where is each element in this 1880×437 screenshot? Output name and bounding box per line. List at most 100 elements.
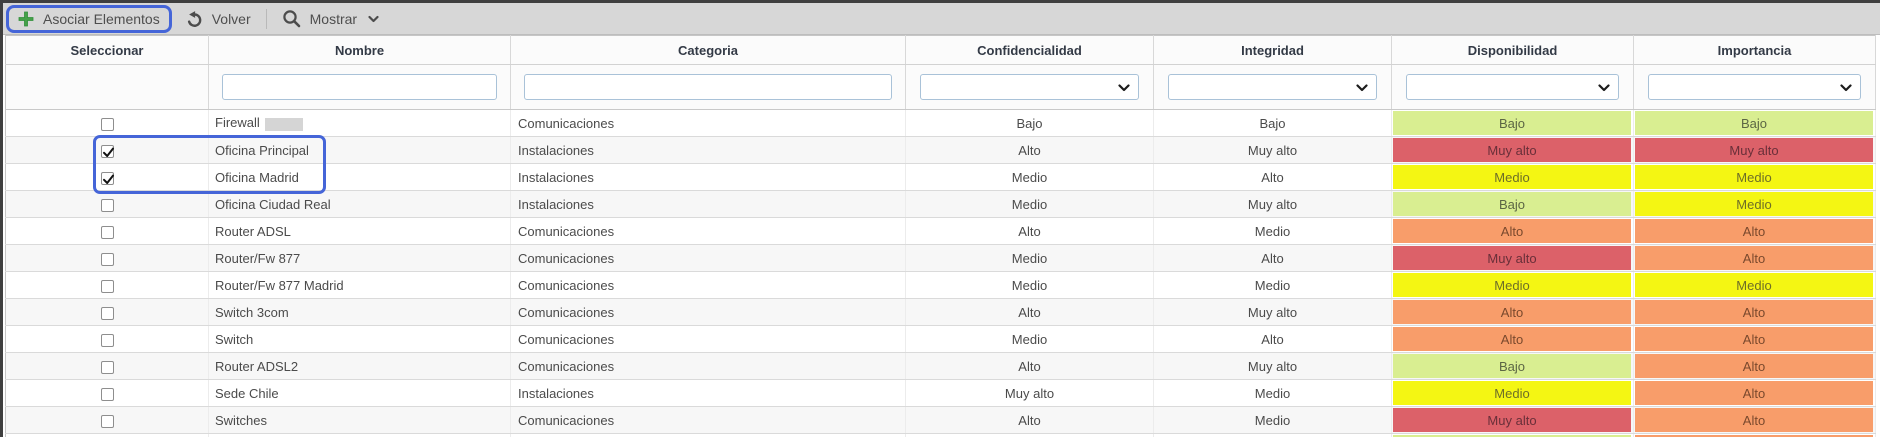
cell-disponibilidad: Muy alto xyxy=(1392,407,1634,434)
row-checkbox[interactable] xyxy=(101,118,114,131)
cell-categoria: Comunicaciones xyxy=(511,272,906,299)
cell-categoria: Comunicaciones xyxy=(511,218,906,245)
row-checkbox[interactable] xyxy=(101,199,114,212)
level-badge: Muy alto xyxy=(1393,246,1631,270)
element-name: Router ADSL2 xyxy=(215,359,298,374)
level-badge: Bajo xyxy=(1393,354,1631,378)
cell-nombre xyxy=(209,434,511,437)
cell-disponibilidad: Alto xyxy=(1392,299,1634,326)
table-row[interactable]: FirewallComunicacionesBajoBajoBajoBajo xyxy=(6,110,1876,137)
level-badge: Alto xyxy=(1635,381,1873,405)
filter-select-importancia[interactable] xyxy=(1648,74,1861,100)
table-row[interactable]: SwitchesComunicacionesAltoMedioMuy altoA… xyxy=(6,407,1876,434)
cell-confidencialidad: Medio xyxy=(906,191,1154,218)
cell-integridad xyxy=(1154,434,1392,437)
element-name: Switches xyxy=(215,413,267,428)
level-badge: Alto xyxy=(1635,219,1873,243)
asociar-elementos-button[interactable]: Asociar Elementos xyxy=(18,11,160,27)
filter-select-disponibilidad[interactable] xyxy=(1406,74,1619,100)
table-row[interactable]: Switch 3comComunicacionesAltoMuy altoAlt… xyxy=(6,299,1876,326)
chevron-down-icon xyxy=(1356,84,1368,92)
element-name: Switch 3com xyxy=(215,305,289,320)
table-row[interactable]: Router ADSL2ComunicacionesAltoMuy altoBa… xyxy=(6,353,1876,380)
cell-seleccionar xyxy=(6,191,209,218)
level-badge: Medio xyxy=(1393,165,1631,189)
cell-categoria xyxy=(511,434,906,437)
volver-label: Volver xyxy=(212,11,251,27)
cell-integridad: Alto xyxy=(1154,326,1392,353)
undo-arrow-icon xyxy=(185,10,203,28)
table-row[interactable]: Oficina PrincipalInstalacionesAltoMuy al… xyxy=(6,137,1876,164)
filter-select-integridad[interactable] xyxy=(1168,74,1377,100)
row-checkbox[interactable] xyxy=(101,253,114,266)
cell-seleccionar xyxy=(6,299,209,326)
table-row[interactable]: Oficina MadridInstalacionesMedioAltoMedi… xyxy=(6,164,1876,191)
level-badge: Muy alto xyxy=(1635,138,1873,162)
filter-cell-categoria xyxy=(511,65,906,110)
column-header-integridad: Integridad xyxy=(1154,36,1392,65)
cell-confidencialidad: Alto xyxy=(906,299,1154,326)
mostrar-button[interactable]: Mostrar xyxy=(282,9,379,28)
cell-integridad: Medio xyxy=(1154,407,1392,434)
cell-nombre: Switch xyxy=(209,326,511,353)
elements-table: SeleccionarNombreCategoriaConfidencialid… xyxy=(5,35,1876,437)
chevron-down-icon xyxy=(368,15,379,23)
table-row[interactable]: Router/Fw 877 MadridComunicacionesMedioM… xyxy=(6,272,1876,299)
column-header-importancia: Importancia xyxy=(1634,36,1876,65)
level-badge: Medio xyxy=(1635,192,1873,216)
filter-input-nombre[interactable] xyxy=(222,74,497,100)
row-checkbox[interactable] xyxy=(101,172,114,185)
row-checkbox[interactable] xyxy=(101,388,114,401)
cell-importancia: Alto xyxy=(1634,218,1876,245)
row-checkbox[interactable] xyxy=(101,415,114,428)
cell-disponibilidad: Medio xyxy=(1392,164,1634,191)
row-checkbox[interactable] xyxy=(101,334,114,347)
table-row-partial[interactable]: BajoAlto xyxy=(6,434,1876,437)
cell-categoria: Comunicaciones xyxy=(511,299,906,326)
level-badge: Medio xyxy=(1393,273,1631,297)
cell-confidencialidad: Medio xyxy=(906,164,1154,191)
row-checkbox[interactable] xyxy=(101,307,114,320)
filter-select-confidencialidad[interactable] xyxy=(920,74,1139,100)
cell-disponibilidad: Bajo xyxy=(1392,191,1634,218)
row-checkbox[interactable] xyxy=(101,361,114,374)
cell-seleccionar xyxy=(6,434,209,437)
row-checkbox[interactable] xyxy=(101,280,114,293)
cell-importancia: Alto xyxy=(1634,326,1876,353)
cell-importancia: Alto xyxy=(1634,434,1876,437)
cell-importancia: Muy alto xyxy=(1634,137,1876,164)
cell-disponibilidad: Muy alto xyxy=(1392,245,1634,272)
annotation-box-asociar: Asociar Elementos xyxy=(6,5,172,33)
cell-seleccionar xyxy=(6,110,209,137)
table-row[interactable]: Oficina Ciudad RealInstalacionesMedioMuy… xyxy=(6,191,1876,218)
cell-confidencialidad: Medio xyxy=(906,272,1154,299)
level-badge: Alto xyxy=(1393,300,1631,324)
cell-seleccionar xyxy=(6,218,209,245)
table-filter-row xyxy=(6,65,1876,110)
cell-confidencialidad: Muy alto xyxy=(906,380,1154,407)
level-badge: Alto xyxy=(1635,246,1873,270)
cell-nombre: Firewall xyxy=(209,110,511,137)
table-row[interactable]: Router/Fw 877ComunicacionesMedioAltoMuy … xyxy=(6,245,1876,272)
element-name: Oficina Madrid xyxy=(215,170,299,185)
cell-importancia: Medio xyxy=(1634,272,1876,299)
element-name: Sede Chile xyxy=(215,386,279,401)
table-row[interactable]: Sede ChileInstalacionesMuy altoMedioMedi… xyxy=(6,380,1876,407)
chevron-down-icon xyxy=(1598,84,1610,92)
level-badge: Bajo xyxy=(1393,111,1631,135)
filter-input-categoria[interactable] xyxy=(524,74,892,100)
table-row[interactable]: Router ADSLComunicacionesAltoMedioAltoAl… xyxy=(6,218,1876,245)
volver-button[interactable]: Volver xyxy=(185,10,251,28)
level-badge: Medio xyxy=(1635,165,1873,189)
row-checkbox[interactable] xyxy=(101,226,114,239)
row-checkbox[interactable] xyxy=(101,145,114,158)
cell-seleccionar xyxy=(6,380,209,407)
cell-seleccionar xyxy=(6,326,209,353)
check-mark-icon xyxy=(102,146,115,159)
table-row[interactable]: SwitchComunicacionesMedioAltoAltoAlto xyxy=(6,326,1876,353)
toolbar-separator xyxy=(266,9,267,29)
cell-categoria: Comunicaciones xyxy=(511,353,906,380)
cell-seleccionar xyxy=(6,407,209,434)
column-header-seleccionar: Seleccionar xyxy=(6,36,209,65)
cell-disponibilidad: Alto xyxy=(1392,218,1634,245)
